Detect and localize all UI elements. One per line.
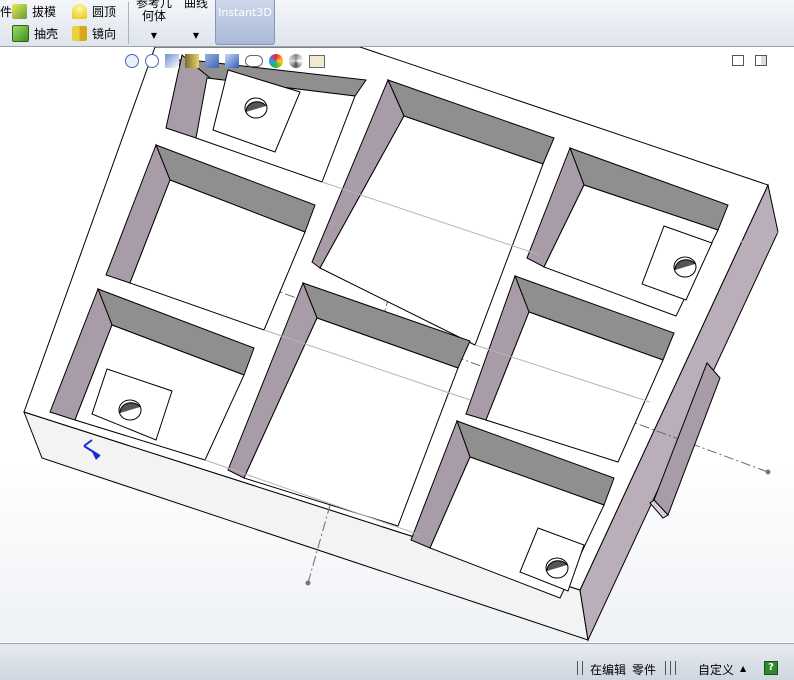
shell-button[interactable]: 抽壳 [12, 24, 58, 42]
apply-scene-icon[interactable] [289, 54, 303, 68]
section-view-icon[interactable] [185, 54, 199, 68]
axis-endpoint [765, 469, 771, 475]
tile-viewport-icon[interactable] [732, 55, 744, 66]
zoom-to-fit-icon[interactable] [125, 54, 139, 68]
hide-show-items-icon[interactable] [245, 55, 263, 67]
instant3d-button[interactable]: Instant3D [215, 0, 275, 45]
status-divider [582, 661, 583, 675]
editing-status: 在编辑 [590, 663, 627, 677]
units-menu[interactable]: 自定义 [698, 661, 734, 678]
draft-icon [12, 3, 27, 19]
axis-endpoint [305, 580, 311, 586]
display-style-icon[interactable] [225, 54, 239, 68]
zoom-to-area-icon[interactable] [145, 54, 159, 68]
reference-geometry-button[interactable]: 参考几 何体 ▼ [134, 0, 174, 42]
status-divider [665, 661, 666, 675]
command-manager-ribbon: 件 拔模 圆顶 抽壳 镜向 参考几 何体 ▼ 曲线 ▼ Instant3D [0, 0, 794, 47]
mirror-button[interactable]: 镜向 [72, 24, 116, 42]
shell-label: 抽壳 [34, 26, 59, 41]
status-bar: 在编辑 零件 自定义 ▲ ? [0, 643, 794, 680]
status-divider [675, 661, 676, 675]
draft-label: 拔模 [32, 4, 57, 19]
split-viewport-icon[interactable] [755, 55, 767, 66]
graphics-viewport[interactable] [0, 47, 794, 642]
heads-up-view-toolbar [125, 53, 325, 69]
dome-icon [72, 3, 87, 19]
dome-button[interactable]: 圆顶 [72, 2, 116, 20]
document-type: 零件 [632, 663, 657, 677]
previous-view-icon[interactable] [165, 54, 179, 68]
mirror-label: 镜向 [92, 26, 117, 41]
status-divider [577, 661, 578, 675]
view-settings-icon[interactable] [309, 54, 325, 68]
edit-appearance-icon[interactable] [269, 54, 283, 68]
dome-label: 圆顶 [92, 4, 117, 19]
chevron-down-icon[interactable]: ▼ [180, 29, 212, 42]
chevron-down-icon[interactable]: ▼ [134, 29, 174, 42]
cut-label: 件 [0, 4, 13, 19]
model-view [23, 47, 779, 642]
instant3d-label: Instant3D [218, 6, 272, 19]
mirror-icon [72, 25, 87, 41]
draft-button[interactable]: 拔模 [12, 2, 56, 20]
chevron-up-icon[interactable]: ▲ [740, 664, 746, 673]
curves-label: 曲线 [183, 0, 208, 10]
help-icon[interactable]: ? [764, 661, 778, 675]
curves-button[interactable]: 曲线 ▼ [180, 0, 212, 42]
ribbon-separator [128, 2, 129, 44]
shell-icon [12, 24, 29, 42]
view-orientation-icon[interactable] [205, 54, 219, 68]
status-divider [670, 661, 671, 675]
cut-feature-button[interactable]: 件 [0, 2, 12, 20]
reference-geometry-label-line2: 何体 [141, 9, 166, 23]
